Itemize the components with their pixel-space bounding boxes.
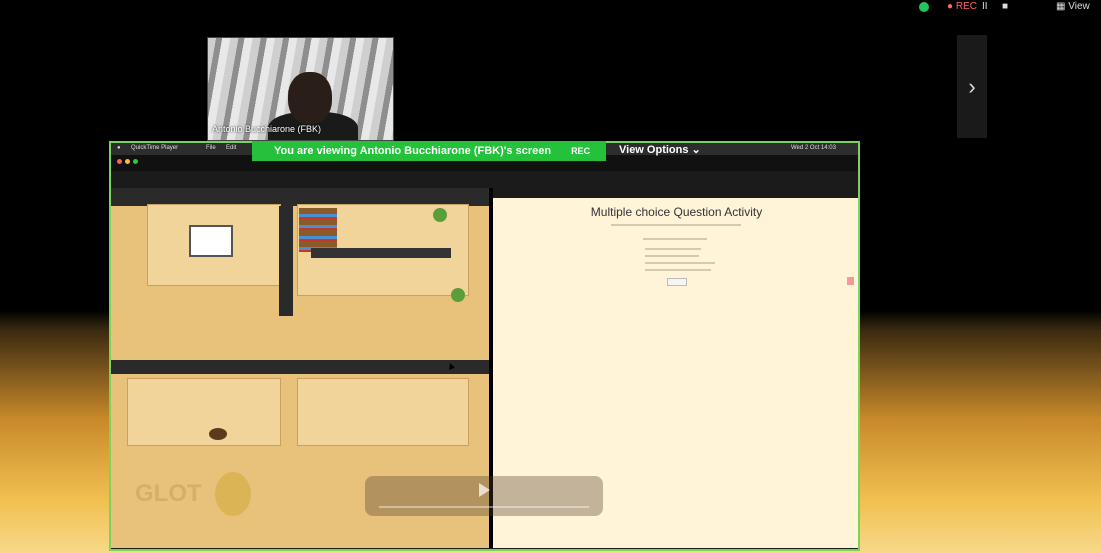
play-icon[interactable] [479, 483, 490, 497]
view-label: View [1068, 1, 1090, 12]
interaction-tooltip [311, 248, 451, 258]
mac-clock: Wed 2 Oct 14:03 [791, 145, 836, 151]
rec-label: REC [955, 1, 977, 12]
quiz-option[interactable] [645, 255, 699, 257]
banner-text: You are viewing Antonio Bucchiarone (FBK… [274, 145, 552, 157]
plant-decoration [433, 208, 447, 222]
bookshelf [299, 208, 337, 252]
view-options-label: View Options [619, 144, 689, 156]
next-page-chevron-icon[interactable]: › [957, 35, 987, 138]
stop-recording-button[interactable]: ■ [1002, 1, 1008, 12]
quiz-option[interactable] [645, 269, 711, 271]
round-table [209, 428, 227, 440]
game-logo: GLOT [135, 480, 202, 507]
pause-recording-button[interactable]: II [982, 1, 988, 12]
screen-share-banner: You are viewing Antonio Bucchiarone (FBK… [252, 141, 606, 161]
quiz-side-tab[interactable] [847, 277, 854, 285]
security-shield-icon [919, 2, 929, 12]
participant-face [288, 72, 332, 124]
plant-decoration [451, 288, 465, 302]
window-close-button[interactable] [117, 159, 122, 164]
quiz-title: Multiple choice Question Activity [590, 205, 763, 219]
playback-progress-bar[interactable] [379, 506, 589, 508]
participant-gallery-strip [6, 30, 940, 140]
mascot-figure [215, 472, 251, 516]
mac-menu-edit[interactable]: Edit [226, 145, 236, 151]
recording-indicator: ● REC [947, 1, 977, 12]
video-player-controls[interactable] [365, 476, 603, 516]
mac-app-name: QuickTime Player [131, 145, 179, 151]
window-minimize-button[interactable] [125, 159, 130, 164]
quiz-question-text [643, 238, 707, 240]
quiz-option[interactable] [645, 248, 701, 250]
quiz-submit-button[interactable] [667, 278, 687, 286]
game-middle-wall [111, 360, 489, 374]
quiz-option[interactable] [645, 262, 715, 264]
quiz-instruction-text [611, 224, 741, 226]
view-options-button[interactable]: View Options ⌄ [619, 143, 701, 156]
system-top-bar: ● REC II ■ ▦ View [0, 0, 1101, 14]
apple-icon: ● [117, 145, 121, 151]
meeting-room [297, 378, 469, 446]
participant-name: Antonio Bucchiarone (FBK) [212, 124, 322, 134]
mac-menu-file[interactable]: File [206, 145, 216, 151]
chevron-down-icon: ⌄ [691, 144, 701, 156]
lounge-room [127, 378, 281, 446]
participant-video-tile[interactable]: Antonio Bucchiarone (FBK) [207, 37, 394, 141]
quiz-panel-header [493, 188, 858, 198]
banner-rec: REC [571, 146, 591, 156]
game-wall-divider [279, 206, 293, 316]
whiteboard [189, 225, 233, 257]
view-menu-button[interactable]: ▦ View [1056, 1, 1090, 12]
window-zoom-button[interactable] [133, 159, 138, 164]
